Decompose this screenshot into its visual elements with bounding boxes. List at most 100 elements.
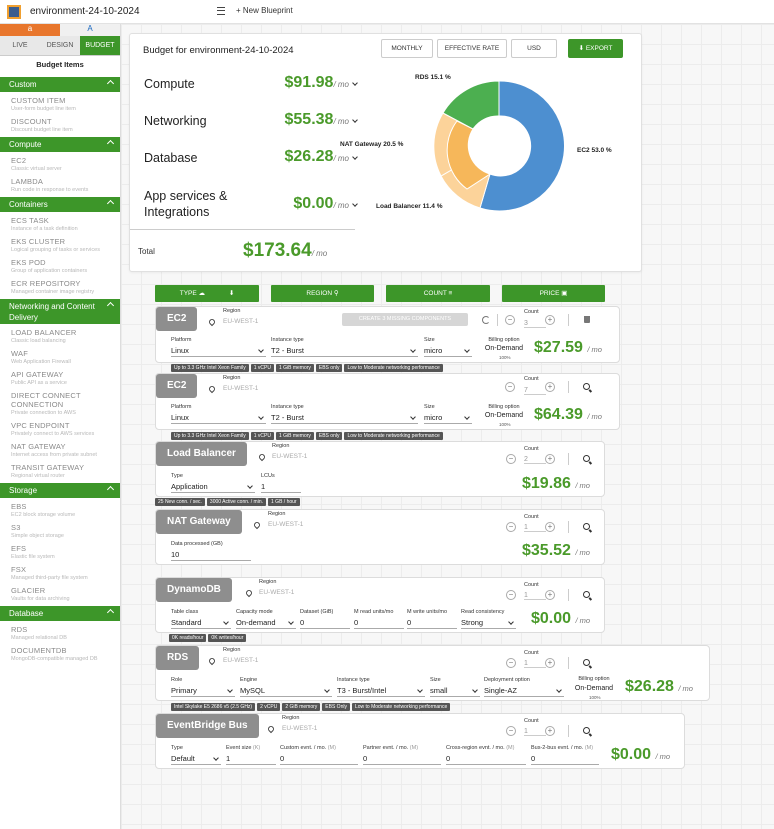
region-value[interactable]: EU-WEST-1 [272, 453, 307, 460]
sidebar-item[interactable]: EKS POD Group of application containers [0, 254, 120, 275]
capacity-mode-select[interactable]: On-demand [236, 618, 296, 629]
instance-type-select[interactable]: T2 - Burst [271, 413, 418, 424]
azure-tab[interactable]: A [60, 24, 120, 36]
increment-button[interactable]: + [545, 726, 555, 736]
region-value[interactable]: EU-WEST-1 [223, 385, 258, 392]
refresh-icon[interactable] [482, 316, 490, 324]
sidebar-group-header[interactable]: Containers [0, 197, 120, 212]
instance-type-select[interactable]: T3 - Burst/Intel [337, 686, 425, 697]
count-input[interactable]: 1 [524, 728, 546, 736]
platform-select[interactable]: Linux [171, 413, 266, 424]
increment-button[interactable]: + [545, 382, 555, 392]
instance-type-select[interactable]: T2 - Burst [271, 346, 418, 357]
chevron-up-icon[interactable] [106, 608, 115, 617]
increment-button[interactable]: + [545, 590, 555, 600]
write-units-input[interactable]: 0 [407, 618, 457, 629]
lcus-input[interactable]: 1 [261, 482, 301, 493]
billing-option-select[interactable]: On-Demand [569, 685, 619, 692]
search-icon[interactable] [583, 659, 590, 666]
sidebar-group-header[interactable]: Database [0, 606, 120, 621]
bus-to-bus-events-input[interactable]: 0 [531, 754, 599, 765]
decrement-button[interactable]: − [506, 454, 516, 464]
aws-tab[interactable]: a [0, 24, 60, 36]
size-select[interactable]: micro [424, 346, 472, 357]
billing-option-select[interactable]: On-Demand [479, 412, 529, 419]
filter-type-button[interactable]: TYPE ☁ ⬇ [155, 285, 259, 302]
sidebar-group-header[interactable]: Custom [0, 77, 120, 92]
sidebar-item[interactable]: DIRECT CONNECT CONNECTION Private connect… [0, 387, 120, 417]
data-processed-input[interactable]: 10 [171, 550, 251, 561]
search-icon[interactable] [583, 727, 590, 734]
component-card-dynamodb[interactable]: DynamoDB Region EU-WEST-1 − Count 1 + Ta… [155, 577, 605, 633]
sidebar-item[interactable]: GLACIER Vaults for data archiving [0, 582, 120, 603]
region-value[interactable]: EU-WEST-1 [282, 725, 317, 732]
new-blueprint-button[interactable]: + New Blueprint [236, 6, 293, 15]
chevron-down-icon[interactable] [352, 154, 358, 160]
chevron-up-icon[interactable] [106, 79, 115, 88]
app-logo[interactable] [7, 4, 21, 19]
sidebar-item[interactable]: EKS CLUSTER Logical grouping of tasks or … [0, 233, 120, 254]
component-card-rds[interactable]: RDS Region EU-WEST-1 − Count 1 + Role Pr… [155, 645, 710, 701]
platform-select[interactable]: Linux [171, 346, 266, 357]
decrement-button[interactable]: − [506, 590, 516, 600]
bus-type-select[interactable]: Default [171, 754, 221, 765]
chevron-up-icon[interactable] [106, 301, 115, 310]
chevron-up-icon[interactable] [106, 199, 115, 208]
event-size-input[interactable]: 1 [226, 754, 276, 765]
currency-button[interactable]: USD [511, 39, 557, 58]
trash-icon[interactable] [584, 316, 590, 323]
deployment-option-select[interactable]: Single-AZ [484, 686, 564, 697]
count-input[interactable]: 1 [524, 592, 546, 600]
read-units-input[interactable]: 0 [354, 618, 404, 629]
chevron-up-icon[interactable] [106, 139, 115, 148]
count-input[interactable]: 3 [524, 320, 546, 328]
filter-count-button[interactable]: COUNT ≡ [386, 285, 490, 302]
sidebar-item[interactable]: EC2 Classic virtual server [0, 152, 120, 173]
effective-rate-button[interactable]: EFFECTIVE RATE [437, 39, 507, 58]
role-select[interactable]: Primary [171, 686, 235, 697]
component-card-eventbridge-bus[interactable]: EventBridge Bus Region EU-WEST-1 − Count… [155, 713, 685, 769]
dataset-input[interactable]: 0 [300, 618, 350, 629]
component-card-ec2[interactable]: EC2 Region EU-WEST-1 − Count 7 + Platfor… [155, 373, 620, 430]
increment-button[interactable]: + [545, 454, 555, 464]
sidebar-item[interactable]: S3 Simple object storage [0, 519, 120, 540]
table-class-select[interactable]: Standard [171, 618, 231, 629]
hamburger-menu-icon[interactable] [217, 7, 225, 15]
sidebar-item[interactable]: RDS Managed relational DB [0, 621, 120, 642]
sidebar-group-header[interactable]: Storage [0, 483, 120, 498]
increment-button[interactable]: + [545, 522, 555, 532]
sidebar-item[interactable]: LAMBDA Run code in response to events [0, 173, 120, 194]
lb-type-select[interactable]: Application [171, 482, 255, 493]
sidebar-item[interactable]: DISCOUNT Discount budget line item [0, 113, 120, 134]
search-icon[interactable] [583, 591, 590, 598]
count-input[interactable]: 7 [524, 387, 546, 395]
sidebar-group-header[interactable]: Compute [0, 137, 120, 152]
create-missing-components-button[interactable]: CREATE 3 MISSING COMPONENTS [342, 313, 468, 326]
sidebar-item[interactable]: ECR REPOSITORY Managed container image re… [0, 275, 120, 296]
sidebar-item[interactable]: WAF Web Application Firewall [0, 345, 120, 366]
partner-events-input[interactable]: 0 [363, 754, 441, 765]
decrement-button[interactable]: − [505, 382, 515, 392]
search-icon[interactable] [583, 383, 590, 390]
count-input[interactable]: 1 [524, 524, 546, 532]
decrement-button[interactable]: − [505, 315, 515, 325]
sidebar-item[interactable]: LOAD BALANCER Classic load balancing [0, 324, 120, 345]
tab-budget[interactable]: BUDGET [80, 36, 120, 55]
sidebar-item[interactable]: CUSTOM ITEM User-form budget line item [0, 92, 120, 113]
export-button[interactable]: ⬇ EXPORT [568, 39, 623, 58]
engine-select[interactable]: MySQL [240, 686, 332, 697]
region-value[interactable]: EU-WEST-1 [268, 521, 303, 528]
component-card-nat-gateway[interactable]: NAT Gateway Region EU-WEST-1 − Count 1 +… [155, 509, 605, 565]
size-select[interactable]: micro [424, 413, 472, 424]
search-icon[interactable] [583, 455, 590, 462]
custom-events-input[interactable]: 0 [280, 754, 358, 765]
tab-design[interactable]: DESIGN [40, 36, 80, 55]
read-consistency-select[interactable]: Strong [461, 618, 516, 629]
sidebar-item[interactable]: DOCUMENTDB MongoDB-compatible managed DB [0, 642, 120, 663]
sidebar-item[interactable]: VPC ENDPOINT Privately connect to AWS ser… [0, 417, 120, 438]
sidebar-item[interactable]: FSX Managed third-party file system [0, 561, 120, 582]
sidebar-item[interactable]: TRANSIT GATEWAY Regional virtual router [0, 459, 120, 480]
chevron-down-icon[interactable] [352, 80, 358, 86]
filter-region-button[interactable]: REGION ⚲ [271, 285, 374, 302]
count-input[interactable]: 1 [524, 660, 546, 668]
